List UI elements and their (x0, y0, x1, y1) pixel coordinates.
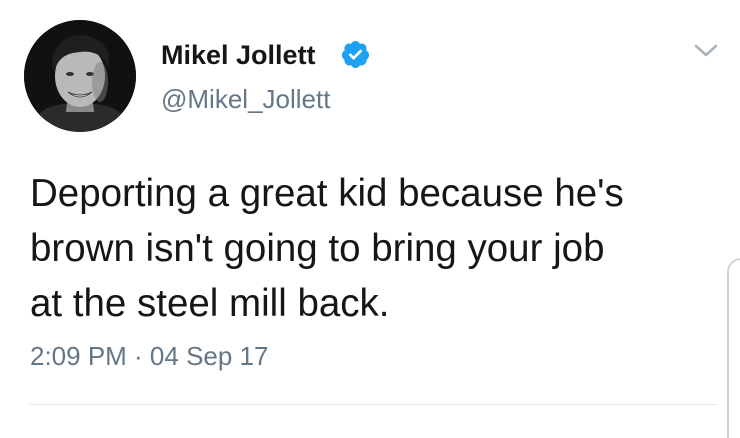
display-name[interactable]: Mikel Jollett (161, 40, 316, 71)
avatar-photo (24, 20, 136, 132)
tweet-timestamp[interactable]: 2:09 PM · 04 Sep 17 (30, 341, 268, 372)
tweet-text-line: Deporting a great kid because he's (30, 172, 624, 215)
tweet-text: Deporting a great kid because he's brown… (30, 166, 730, 331)
user-handle[interactable]: @Mikel_Jollett (161, 84, 330, 115)
divider (30, 404, 716, 405)
tweet-text-line: at the steel mill back. (30, 282, 390, 325)
tweet-card: Mikel Jollett @Mikel_Jollett Deporting a… (0, 0, 740, 438)
chevron-down-icon[interactable] (693, 42, 719, 60)
adjacent-panel-edge (727, 258, 740, 438)
verified-badge-icon (341, 40, 370, 69)
avatar[interactable] (24, 20, 136, 132)
tweet-text-line: brown isn't going to bring your job (30, 227, 605, 270)
